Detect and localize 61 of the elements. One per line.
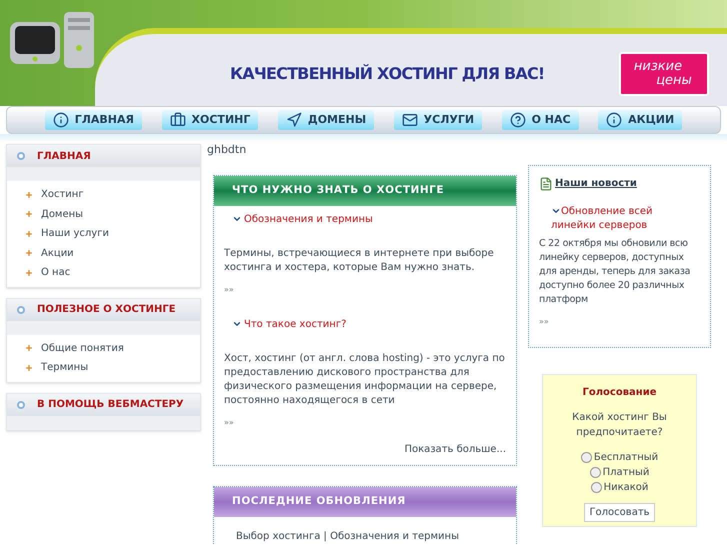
radio-button[interactable] <box>590 467 601 478</box>
nav-tab[interactable]: ГЛАВНАЯ <box>44 110 142 130</box>
article-link[interactable]: Что такое хостинг? <box>224 316 506 332</box>
plus-icon <box>25 190 33 199</box>
more-link[interactable]: »» <box>539 317 549 326</box>
greeting-text: ghbdtn <box>207 142 248 158</box>
nav-tab[interactable]: О НАС <box>502 110 579 130</box>
slogan: КАЧЕСТВЕННЫЙ ХОСТИНГ ДЛЯ ВАС! <box>230 63 544 85</box>
radio-label: Платный <box>602 466 650 480</box>
radio-label: Бесплатный <box>594 451 658 465</box>
arrow-icon <box>286 112 302 128</box>
plus-icon <box>25 268 33 277</box>
bullet-icon <box>17 306 25 314</box>
nav-tab[interactable]: АКЦИИ <box>598 110 682 130</box>
radio-button[interactable] <box>590 482 602 493</box>
plus-icon <box>25 364 33 372</box>
plus-icon <box>25 344 33 352</box>
plus-icon <box>25 249 33 258</box>
article-link[interactable]: Обозначения и термины <box>224 212 506 226</box>
chevron-icon <box>232 319 242 329</box>
sidebar-heading[interactable]: ГЛАВНАЯ <box>7 145 200 167</box>
news-icon <box>539 176 553 190</box>
updates-links[interactable]: Выбор хостинга | Обозначения и термины <box>214 516 516 544</box>
briefcase-icon <box>170 112 186 128</box>
poll-question: Какой хостинг Вы предпочитаете? <box>571 411 668 440</box>
vote-button[interactable]: Голосовать <box>584 503 655 522</box>
sidebar-heading[interactable]: ПОЛЕЗНОЕ О ХОСТИНГЕ <box>7 298 200 320</box>
news-heading[interactable]: Наши новости <box>555 176 637 191</box>
help-icon <box>510 112 526 128</box>
sidebar-link[interactable]: О нас <box>41 265 70 280</box>
chevron-icon <box>232 214 242 224</box>
more-link[interactable]: »» <box>224 284 234 294</box>
low-price-badge: низкие цены <box>619 52 709 96</box>
mail-icon <box>402 112 418 128</box>
show-more-link[interactable]: Показать больше... <box>404 442 506 456</box>
poll-title: Голосование <box>582 386 656 400</box>
bullet-icon <box>17 152 25 160</box>
panel-header: ЧТО НУЖНО ЗНАТЬ О ХОСТИНГЕ <box>214 176 516 206</box>
article-text: Хост, хостинг (от англ. слова hosting) - это услуга по предоставлению дискового пространства для физического размещения информации на сервере, постоянно находящегося в сети <box>224 352 506 408</box>
info-icon <box>606 112 622 128</box>
nav-tab[interactable]: ДОМЕНЫ <box>278 110 374 130</box>
sidebar-link[interactable]: Домены <box>41 206 84 222</box>
sidebar-link[interactable]: Общие понятия <box>41 340 124 356</box>
sidebar-heading[interactable]: В ПОМОЩЬ ВЕБМАСТЕРУ <box>7 394 200 416</box>
nav-tab[interactable]: ХОСТИНГ <box>162 110 258 130</box>
panel-header: ПОСЛЕДНИЕ ОБНОВЛЕНИЯ <box>214 486 516 516</box>
sidebar-link[interactable]: Термины <box>41 360 88 376</box>
sidebar-link[interactable]: Акции <box>41 246 74 261</box>
radio-button[interactable] <box>580 452 592 463</box>
more-link[interactable]: »» <box>224 418 234 426</box>
news-text: С 22 октября мы обновили всю линейку серверов, доступных для аренды, теперь для заказа доступно более 20 различных платформ <box>539 237 692 307</box>
nav-tab[interactable]: УСЛУГИ <box>394 110 482 130</box>
radio-label: Никакой <box>604 481 648 495</box>
info-icon <box>52 112 69 128</box>
article-text: Термины, встречающиеся в интернете при выборе хостинга и хостера, которые Вам нужно знать. <box>224 246 495 274</box>
sidebar-link[interactable]: Наши услуги <box>41 226 109 242</box>
news-link[interactable]: Обновление всей линейки серверов <box>539 205 700 233</box>
plus-icon <box>25 230 33 238</box>
plus-icon <box>25 210 33 218</box>
sidebar-link[interactable]: Хостинг <box>41 187 84 202</box>
bullet-icon <box>17 400 25 408</box>
